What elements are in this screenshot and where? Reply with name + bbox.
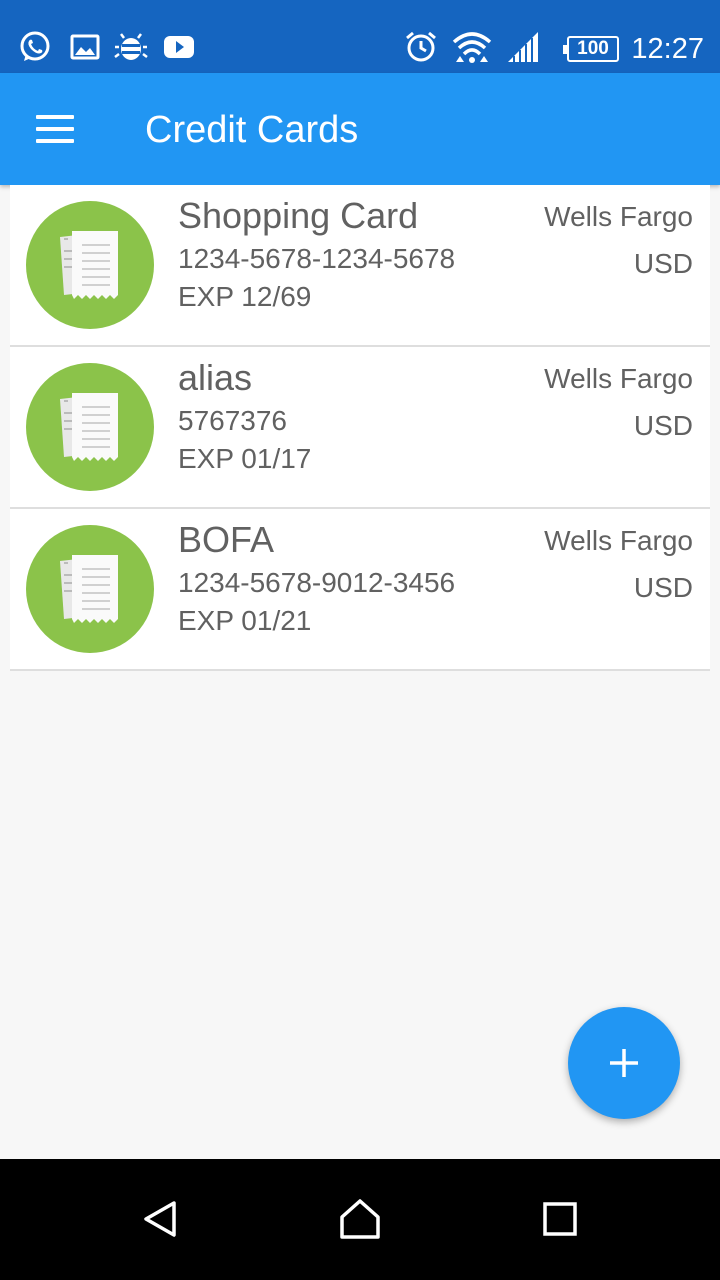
gallery-icon: [70, 34, 100, 60]
list-item[interactable]: Shopping Card 1234-5678-1234-5678 EXP 12…: [10, 185, 710, 347]
card-name: Shopping Card: [178, 195, 419, 236]
card-number: 1234-5678-1234-5678: [178, 243, 456, 274]
status-bar: 100 12:27: [0, 0, 720, 73]
plus-icon: [610, 1049, 638, 1077]
list-item[interactable]: alias 5767376 EXP 01/17 Wells Fargo USD: [10, 347, 710, 509]
card-expiry: EXP 01/21: [178, 605, 312, 636]
card-bank: Wells Fargo: [544, 525, 693, 556]
recents-icon[interactable]: [528, 1187, 592, 1251]
receipt-icon: [26, 525, 154, 653]
card-name: alias: [178, 357, 253, 398]
receipt-icon: [26, 363, 154, 491]
page-title: Credit Cards: [145, 109, 359, 151]
hamburger-menu-icon[interactable]: [26, 107, 86, 153]
card-name: BOFA: [178, 519, 275, 560]
card-number: 1234-5678-9012-3456: [178, 567, 456, 598]
card-currency: USD: [633, 410, 693, 441]
add-card-button[interactable]: [568, 1007, 680, 1119]
wifi-icon: [452, 32, 492, 63]
youtube-icon: [164, 36, 194, 58]
list-item[interactable]: BOFA 1234-5678-9012-3456 EXP 01/21 Wells…: [10, 509, 710, 671]
whatsapp-icon: [20, 31, 50, 61]
signal-icon: [508, 32, 538, 62]
card-expiry: EXP 12/69: [178, 281, 312, 312]
card-bank: Wells Fargo: [544, 201, 693, 232]
home-icon[interactable]: [328, 1187, 392, 1251]
bug-icon: [114, 33, 148, 60]
navigation-bar: [0, 1159, 720, 1280]
battery-icon: 100: [563, 36, 619, 62]
app-bar: Credit Cards: [0, 73, 720, 185]
status-time: 12:27: [631, 33, 704, 65]
alarm-icon: [406, 31, 436, 62]
receipt-icon: [26, 201, 154, 329]
card-expiry: EXP 01/17: [178, 443, 312, 474]
card-list: Shopping Card 1234-5678-1234-5678 EXP 12…: [10, 185, 710, 671]
card-number: 5767376: [178, 405, 288, 436]
card-bank: Wells Fargo: [544, 363, 693, 394]
card-currency: USD: [633, 572, 693, 603]
back-icon[interactable]: [128, 1187, 192, 1251]
card-currency: USD: [633, 248, 693, 279]
